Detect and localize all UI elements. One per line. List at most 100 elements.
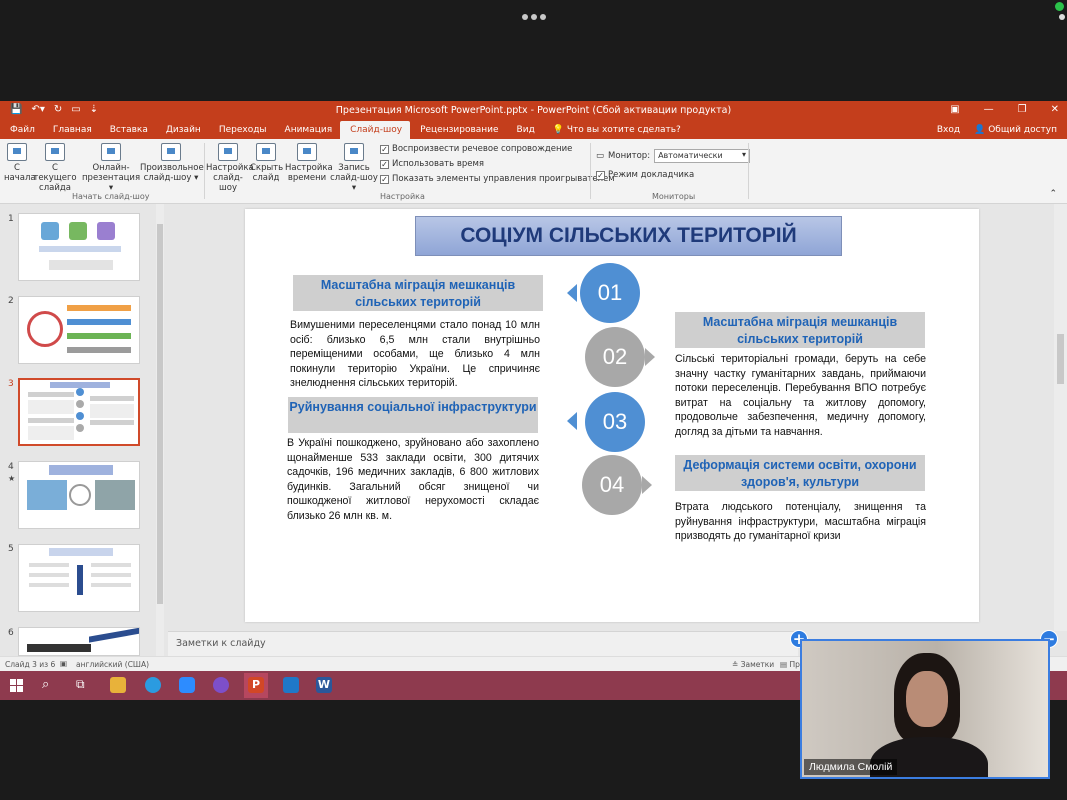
checkmark-icon: ✓ [380, 174, 389, 184]
presenter-view-checkbox[interactable]: ✓ Режим докладчика [596, 170, 694, 180]
checkmark-icon: ✓ [596, 170, 605, 180]
arrow-right-icon [642, 476, 652, 494]
ribbon-separator [748, 143, 749, 199]
spellcheck-icon[interactable]: ▣ [60, 659, 67, 668]
thumbnails-scrollbar[interactable] [156, 204, 164, 656]
online-icon [101, 143, 121, 161]
monitor-select-group: ▭ Монитор: Автоматически [596, 149, 751, 163]
heading-infrastructure: Руйнування соціальної інфраструктури [288, 397, 538, 433]
current-slide[interactable]: СОЦІУМ СІЛЬСЬКИХ ТЕРИТОРІЙ Масштабна міг… [245, 209, 979, 622]
slide-editing-area: СОЦІУМ СІЛЬСЬКИХ ТЕРИТОРІЙ Масштабна міг… [168, 204, 1054, 631]
notes-pane[interactable]: Заметки к слайду [168, 631, 798, 656]
tab-home[interactable]: Главная [43, 121, 100, 139]
group-label-monitors: Мониторы [652, 192, 696, 201]
use-timings-checkbox[interactable]: ✓ Использовать время [380, 159, 484, 169]
ribbon-display-icon[interactable]: ▣ [950, 104, 959, 115]
minimize-icon[interactable]: — [984, 104, 994, 115]
maximize-icon[interactable]: ❐ [1018, 104, 1027, 115]
slide-thumbnail-2[interactable] [18, 296, 140, 364]
window-controls: ▣ — ❐ ✕ [950, 104, 1059, 115]
setup-icon [218, 143, 238, 161]
group-label-setup: Настройка [380, 192, 425, 201]
narration-checkbox[interactable]: ✓ Воспроизвести речевое сопровождение [380, 144, 572, 154]
tab-slideshow[interactable]: Слайд-шоу [340, 121, 411, 139]
file-explorer-icon[interactable] [110, 677, 126, 693]
window-title: Презентация Microsoft PowerPoint.pptx - … [335, 105, 732, 116]
from-start-button[interactable]: Сначала [4, 143, 36, 183]
language-indicator[interactable]: английский (США) [76, 660, 149, 669]
edge-browser-icon[interactable] [145, 677, 161, 693]
more-options-icon[interactable] [522, 8, 549, 24]
record-icon [344, 143, 364, 161]
monitor-icon: ▭ [596, 151, 605, 161]
share-button[interactable]: 👤 Общий доступ [974, 125, 1057, 135]
group-label-start: Начать слайд-шоу [72, 192, 150, 201]
arrow-left-icon [567, 284, 577, 302]
notes-toggle-button[interactable]: ≗ Заметки [732, 660, 774, 669]
thumb-number: 1 [8, 214, 14, 224]
custom-show-icon [161, 143, 181, 161]
online-presentation-button[interactable]: Онлайн-презентация ▾ [82, 143, 140, 193]
tab-transitions[interactable]: Переходы [209, 121, 275, 139]
custom-show-button[interactable]: Произвольное слайд-шоу ▾ [140, 143, 204, 183]
from-current-button[interactable]: С текущего слайда [32, 143, 78, 193]
rehearse-timings-button[interactable]: Настройка времени [285, 143, 333, 183]
slide-thumbnail-1[interactable] [18, 213, 140, 281]
checkmark-icon: ✓ [380, 159, 389, 169]
search-icon[interactable]: ⌕ [42, 677, 58, 693]
screen: 💾 ↶▾ ↻ ▭ ⇣ Презентация Microsoft PowerPo… [0, 0, 1067, 800]
close-icon[interactable]: ✕ [1051, 104, 1059, 115]
participant-video-tile[interactable]: Людмила Смолій [800, 639, 1050, 779]
tab-review[interactable]: Рецензирование [410, 121, 506, 139]
windows-start-icon[interactable] [10, 679, 23, 692]
zoom-app-icon[interactable] [179, 677, 195, 693]
hide-slide-icon [256, 143, 276, 161]
slideshow-start-icon [7, 143, 27, 161]
show-media-controls-checkbox[interactable]: ✓ Показать элементы управления проигрыват… [380, 174, 615, 184]
thumb-number: 2 [8, 296, 14, 306]
tab-animations[interactable]: Анимация [275, 121, 341, 139]
slide-thumbnail-4[interactable] [18, 461, 140, 529]
powerpoint-icon[interactable]: P [248, 677, 264, 693]
tab-file[interactable]: Файл [0, 121, 43, 139]
collapse-ribbon-icon[interactable]: ⌃ [1049, 189, 1057, 199]
slide-scrollbar[interactable] [1054, 204, 1067, 631]
setup-show-button[interactable]: Настройка слайд-шоу [206, 143, 254, 193]
slide-thumbnails-panel: 1 2 3 4 ★ 5 6 [0, 204, 160, 656]
star-icon: ★ [8, 474, 16, 483]
tell-me-search[interactable]: 💡 Что вы хотите сделать? [543, 121, 689, 139]
hide-slide-button[interactable]: Скрыть слайд [250, 143, 283, 183]
text-migration-2: Сільські територіальні громади, беруть н… [675, 353, 926, 438]
tab-view[interactable]: Вид [507, 121, 543, 139]
record-show-button[interactable]: Запись слайд-шоу ▾ [330, 143, 378, 193]
title-bar: 💾 ↶▾ ↻ ▭ ⇣ Презентация Microsoft PowerPo… [0, 101, 1067, 121]
monitor-select[interactable]: Автоматически [654, 149, 751, 163]
text-migration-1: Вимушеними переселенцями стало понад 10 … [290, 319, 540, 389]
comments-toggle-button[interactable]: ▤ Пр [780, 660, 800, 669]
tab-design[interactable]: Дизайн [156, 121, 209, 139]
tab-insert[interactable]: Вставка [100, 121, 156, 139]
arrow-right-icon [645, 348, 655, 366]
heading-deformation: Деформація системи освіти, охорони здоро… [675, 455, 925, 491]
signin-link[interactable]: Вход [937, 125, 960, 135]
text-deformation: Втрата людського потенціалу, знищення та… [675, 501, 926, 542]
thumb-number: 5 [8, 544, 14, 554]
slide-thumbnail-5[interactable] [18, 544, 140, 612]
viber-icon[interactable] [213, 677, 229, 693]
app-icon[interactable] [283, 677, 299, 693]
task-view-icon[interactable]: ⧉ [76, 677, 92, 693]
slide-thumbnail-6[interactable] [18, 627, 140, 656]
slide-counter: Слайд 3 из 6 [5, 660, 56, 669]
thumb-number: 6 [8, 628, 14, 638]
ribbon-separator [204, 143, 205, 199]
word-icon[interactable]: W [316, 677, 332, 693]
heading-migration-1: Масштабна міграція мешканців сільських т… [293, 275, 543, 311]
slide-thumbnail-3[interactable] [18, 378, 140, 446]
participant-name: Людмила Смолій [804, 759, 898, 775]
ribbon: Сначала С текущего слайда Онлайн-презента… [0, 139, 1067, 204]
powerpoint-window: 💾 ↶▾ ↻ ▭ ⇣ Презентация Microsoft PowerPo… [0, 101, 1067, 671]
heading-migration-2: Масштабна міграція мешканців сільських т… [675, 312, 925, 348]
step-circle-02: 02 [585, 327, 645, 387]
slide-title: СОЦІУМ СІЛЬСЬКИХ ТЕРИТОРІЙ [415, 216, 842, 256]
lightbulb-icon: 💡 [552, 125, 565, 135]
